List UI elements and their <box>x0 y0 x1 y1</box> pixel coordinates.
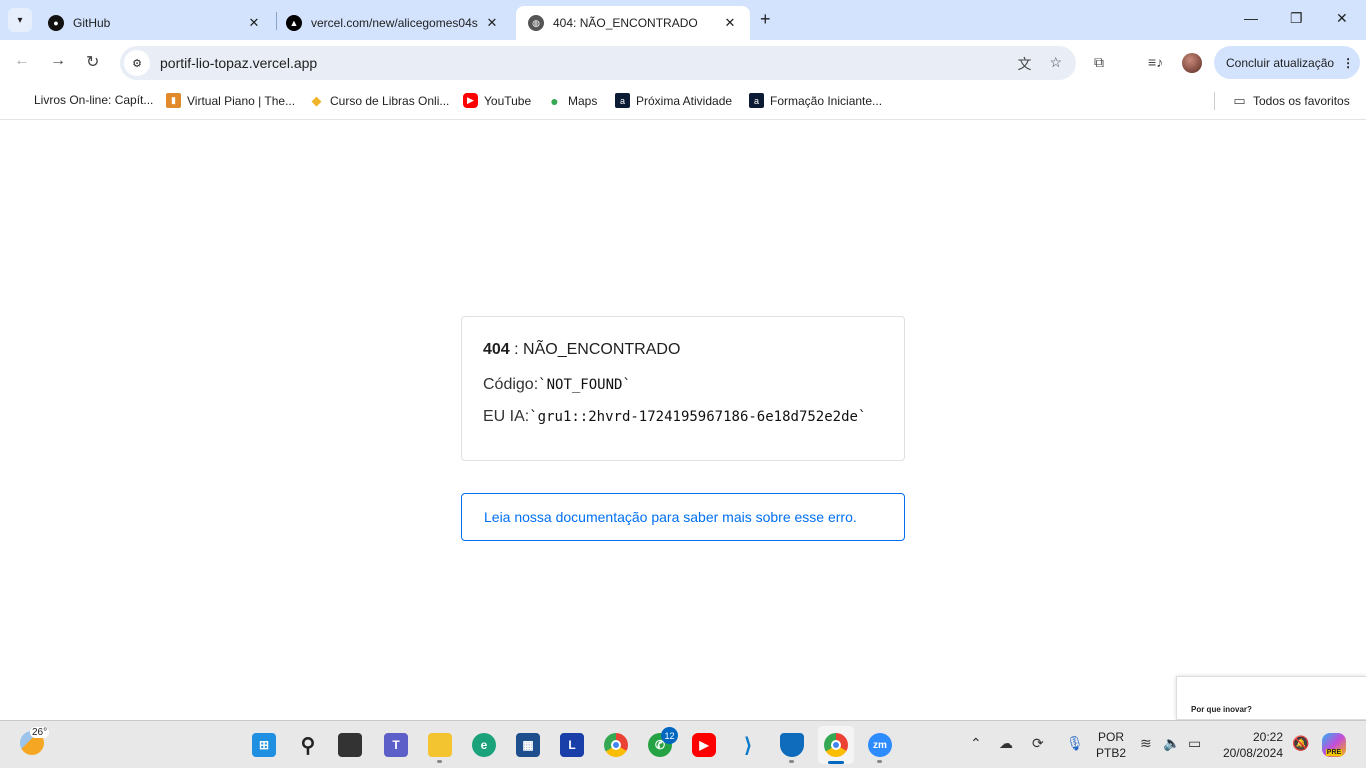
alura-icon: a <box>615 93 630 108</box>
language-indicator[interactable]: POR PTB2 <box>1096 729 1126 761</box>
bookmarks-bar: Livros On-line: Capít... ▮ Virtual Piano … <box>0 84 1366 120</box>
chrome-icon[interactable] <box>604 733 628 757</box>
divider <box>1214 92 1215 110</box>
notification-badge: 12 <box>661 727 678 744</box>
error-heading: 404 : NÃO_ENCONTRADO <box>483 341 681 358</box>
globe-icon: ◍ <box>528 15 544 31</box>
copilot-icon[interactable]: PRE <box>1322 733 1346 757</box>
youtube-icon: ▶ <box>463 93 478 108</box>
close-tab-icon[interactable]: ✕ <box>722 15 738 31</box>
address-bar[interactable]: ⚙ portif-lio-topaz.vercel.app 文 ☆ <box>120 46 1076 80</box>
store-icon[interactable]: ▦ <box>516 733 540 757</box>
tab-vercel[interactable]: ▲ vercel.com/new/alicegomes04s ✕ <box>274 6 512 40</box>
defender-icon[interactable] <box>780 733 804 757</box>
volume-icon[interactable]: 🔈 <box>1163 735 1180 752</box>
tab-search-button[interactable]: ▾ <box>8 8 32 32</box>
tab-strip: ▾ ● GitHub ✕ ▲ vercel.com/new/alicegomes… <box>0 0 1366 40</box>
site-settings-icon[interactable]: ⚙ <box>124 50 150 76</box>
page-content: 404 : NÃO_ENCONTRADO Código:`NOT_FOUND` … <box>0 121 1366 720</box>
alura-icon: a <box>749 93 764 108</box>
task-view-icon[interactable] <box>338 733 362 757</box>
back-button[interactable]: ← <box>14 52 30 70</box>
zoom-icon[interactable]: zm <box>868 733 892 757</box>
file-explorer-icon[interactable] <box>428 733 452 757</box>
toolbar: ← → ↻ ⚙ portif-lio-topaz.vercel.app 文 ☆ … <box>0 40 1366 84</box>
running-indicator <box>437 760 442 763</box>
chrome-active-icon[interactable] <box>818 726 854 764</box>
teams-icon[interactable]: T <box>384 733 408 757</box>
taskbar: 26° ⊞ ⚲ T e ▦ L ✆ 12 ▶ ⟩ zm ⌃ ☁ ⟳ 🎙 POR P… <box>0 720 1366 768</box>
close-tab-icon[interactable]: ✕ <box>246 15 262 31</box>
show-hidden-icons[interactable]: ⌃ <box>970 735 982 752</box>
reload-button[interactable]: ↻ <box>86 52 99 72</box>
running-indicator <box>789 760 794 763</box>
bookmark-item[interactable]: ● Maps <box>547 92 597 109</box>
edge-icon[interactable]: e <box>472 733 496 757</box>
search-icon[interactable]: ⚲ <box>296 733 320 757</box>
all-bookmarks-button[interactable]: ▭ Todos os favoritos <box>1232 92 1349 108</box>
running-indicator <box>877 760 882 763</box>
clock[interactable]: 20:22 20/08/2024 <box>1223 729 1283 761</box>
maps-pin-icon: ● <box>550 92 559 109</box>
bookmark-item[interactable]: a Próxima Atividade <box>615 93 732 108</box>
youtube-app-icon[interactable]: ▶ <box>692 733 716 757</box>
vercel-icon: ▲ <box>286 15 302 31</box>
error-code-row: Código:`NOT_FOUND` <box>483 376 631 393</box>
active-indicator <box>828 761 844 764</box>
l-app-icon[interactable]: L <box>560 733 584 757</box>
update-button[interactable]: Concluir atualização ⋮ <box>1214 46 1360 79</box>
start-button[interactable]: ⊞ <box>252 733 276 757</box>
battery-icon[interactable]: ▭ <box>1188 735 1201 752</box>
minimize-button[interactable]: — <box>1244 10 1258 26</box>
new-tab-button[interactable]: + <box>760 9 771 30</box>
bookmark-item[interactable]: Livros On-line: Capít... <box>34 93 153 107</box>
sync-icon[interactable]: ⟳ <box>1032 735 1044 752</box>
github-icon: ● <box>48 15 64 31</box>
extensions-icon[interactable]: ⧉ <box>1094 54 1104 71</box>
media-controls-icon[interactable]: ≡♪ <box>1148 54 1163 70</box>
avatar[interactable] <box>1182 53 1202 73</box>
tab-github[interactable]: ● GitHub ✕ <box>36 6 274 40</box>
weather-temp: 26° <box>30 727 50 738</box>
piano-icon: ▮ <box>166 93 181 108</box>
bookmark-item[interactable]: a Formação Iniciante... <box>749 93 882 108</box>
menu-icon[interactable]: ⋮ <box>1342 56 1354 70</box>
bookmark-item[interactable]: ▶ YouTube <box>463 93 531 108</box>
tab-404[interactable]: ◍ 404: NÃO_ENCONTRADO ✕ <box>516 6 750 40</box>
error-card: 404 : NÃO_ENCONTRADO Código:`NOT_FOUND` … <box>461 316 905 461</box>
graduation-cap-icon: ◆ <box>311 92 322 108</box>
vscode-icon[interactable]: ⟩ <box>736 733 760 757</box>
bookmark-star-icon[interactable]: ☆ <box>1049 54 1062 74</box>
close-tab-icon[interactable]: ✕ <box>484 15 500 31</box>
bookmark-item[interactable]: ▮ Virtual Piano | The... <box>166 93 295 108</box>
forward-button[interactable]: → <box>50 52 66 70</box>
notifications-snooze-icon[interactable]: 🔕 <box>1292 735 1309 752</box>
onedrive-icon[interactable]: ☁ <box>999 735 1013 752</box>
microphone-icon[interactable]: 🎙 <box>1066 735 1084 752</box>
bookmark-item[interactable]: ◆ Curso de Libras Onli... <box>309 92 450 108</box>
folder-icon: ▭ <box>1233 92 1246 108</box>
notification-popup[interactable]: Por que inovar? <box>1176 676 1366 720</box>
close-window-button[interactable]: ✕ <box>1336 10 1348 27</box>
translate-icon[interactable]: 文 <box>1017 54 1031 74</box>
wifi-icon[interactable]: ≋ <box>1140 735 1152 752</box>
restore-button[interactable]: ❐ <box>1290 10 1303 27</box>
error-id-row: EU IA:`gru1::2hvrd-1724195967186-6e18d75… <box>483 408 867 425</box>
documentation-link[interactable]: Leia nossa documentação para saber mais … <box>461 493 905 541</box>
